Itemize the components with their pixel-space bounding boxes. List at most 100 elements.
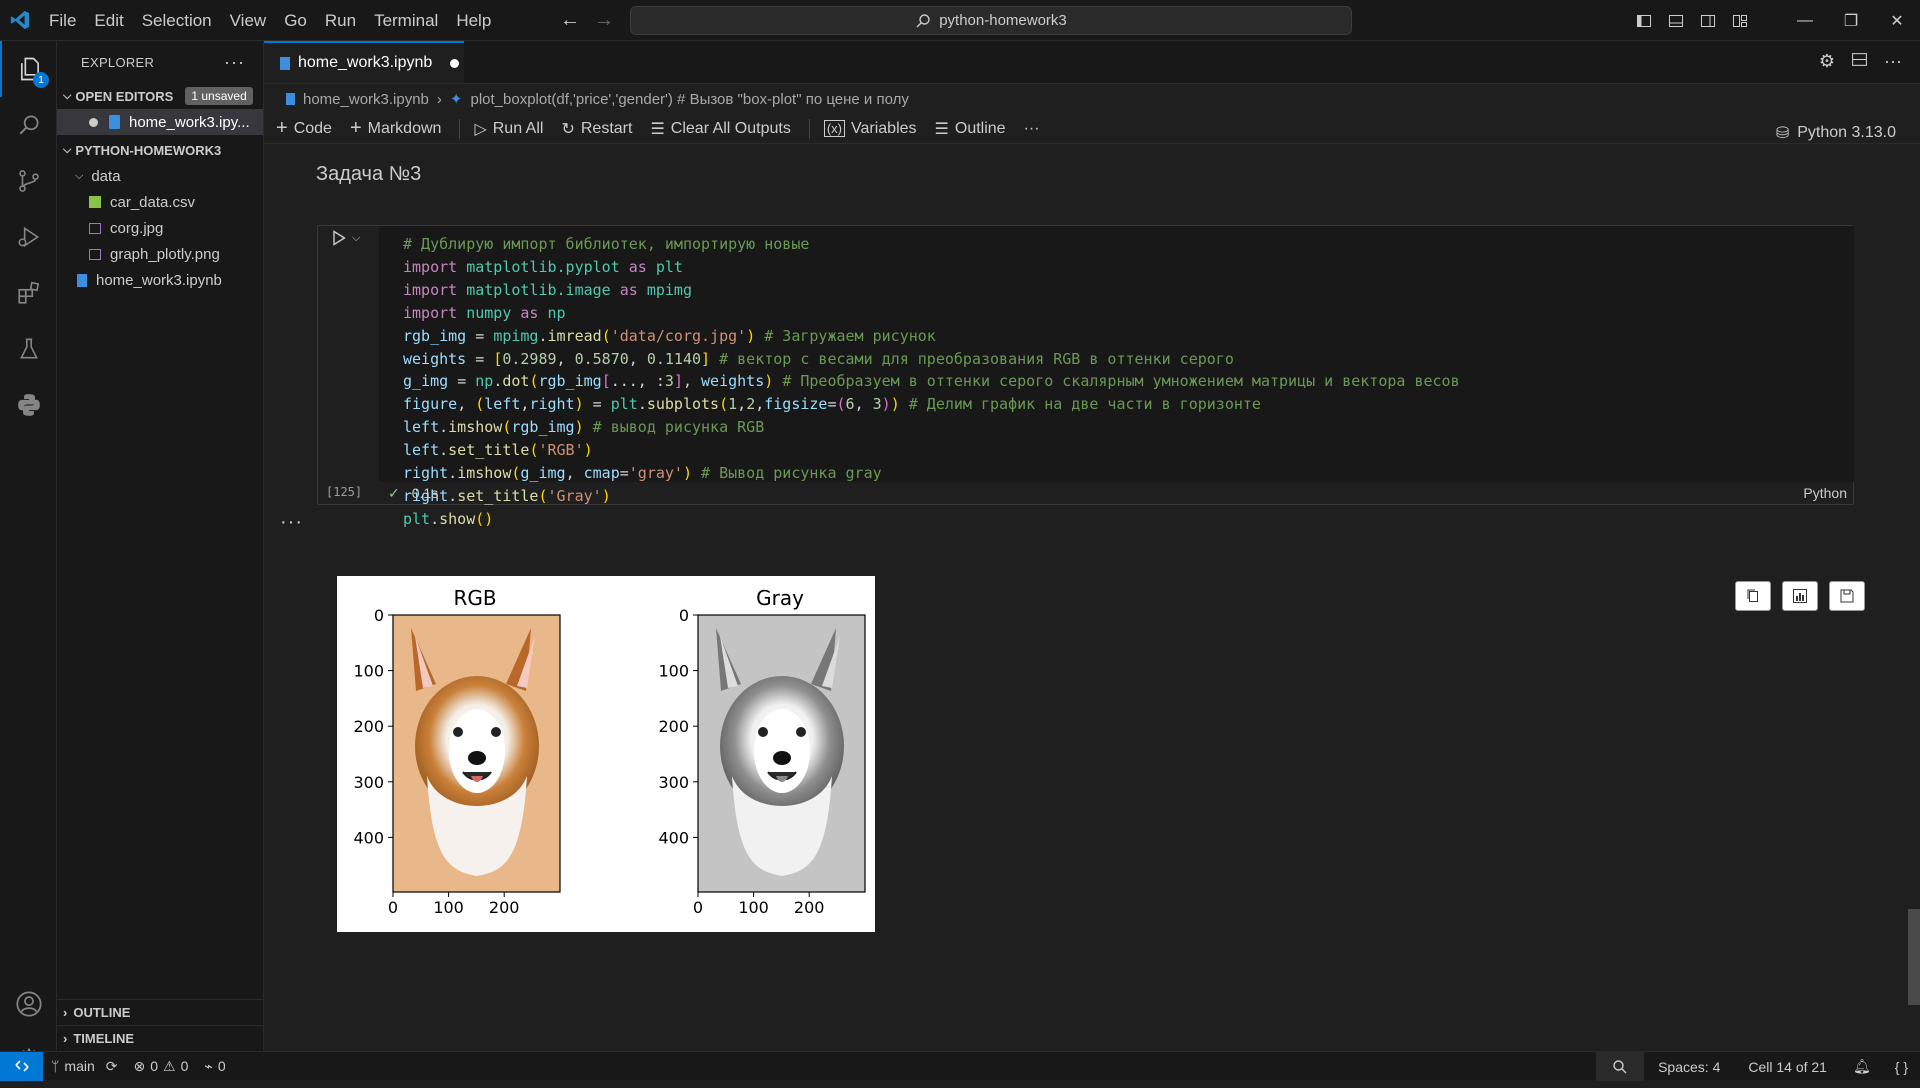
copy-output-button[interactable]: [1735, 581, 1771, 611]
source-control-icon[interactable]: [0, 153, 57, 209]
output-more-button[interactable]: ···: [280, 511, 303, 534]
chevron-down-icon[interactable]: ⌵: [352, 232, 360, 245]
status-bar: ᛘ main ⟳ ⊗ 0 ⚠ 0 ⌁ 0 Spaces: 4 Cell 14 o…: [0, 1051, 1920, 1081]
explorer-icon[interactable]: 1: [0, 41, 57, 97]
toolbar-divider: [808, 118, 810, 139]
menu-terminal[interactable]: Terminal: [365, 0, 447, 41]
restore-window-icon[interactable]: ❐: [1828, 0, 1874, 41]
menu-selection[interactable]: Selection: [133, 0, 221, 41]
accounts-icon[interactable]: [0, 976, 57, 1032]
menu-go[interactable]: Go: [275, 0, 316, 41]
zoom-indicator[interactable]: [1596, 1052, 1645, 1081]
code-editor[interactable]: # Дублирую импорт библиотек, импортирую …: [379, 226, 1854, 528]
explorer-title: EXPLORER: [81, 54, 155, 70]
customize-layout-icon[interactable]: [1724, 13, 1756, 29]
back-arrow-icon[interactable]: ←: [560, 9, 580, 32]
variables-button[interactable]: (x) Variables: [823, 120, 917, 138]
breadcrumb-file[interactable]: home_work3.ipynb: [303, 91, 429, 108]
cell-language[interactable]: Python: [1803, 485, 1847, 501]
problems-indicator[interactable]: ⊗ 0 ⚠ 0: [126, 1058, 197, 1075]
tree-file-corg[interactable]: corg.jpg: [57, 215, 263, 241]
toolbar-more-button[interactable]: ···: [1024, 120, 1040, 138]
outline-section[interactable]: › OUTLINE: [57, 999, 263, 1025]
search-icon[interactable]: [0, 97, 57, 153]
open-editors-header[interactable]: ⌵ OPEN EDITORS 1 unsaved: [57, 83, 263, 109]
tree-file-graph-plotly[interactable]: graph_plotly.png: [57, 241, 263, 267]
save-output-button[interactable]: [1829, 581, 1865, 611]
notifications-bell-icon[interactable]: 🔔︎: [1841, 1058, 1883, 1075]
cell-indicator[interactable]: Cell 14 of 21: [1734, 1059, 1841, 1075]
forward-arrow-icon[interactable]: →: [594, 9, 614, 32]
tree-folder-data[interactable]: ⌵ data: [57, 163, 263, 189]
sync-icon[interactable]: ⟳: [106, 1058, 118, 1075]
explorer-sidebar: EXPLORER ··· ⌵ OPEN EDITORS 1 unsaved ho…: [57, 41, 264, 1051]
nav-arrows: ← →: [560, 0, 614, 41]
code-cell[interactable]: ⌵ # Дублирую импорт библиотек, импортиру…: [317, 225, 1854, 528]
breadcrumb: home_work3.ipynb › ✦ plot_boxplot(df,'pr…: [264, 84, 1920, 114]
restart-button[interactable]: ↻ Restart: [561, 119, 632, 139]
python-icon[interactable]: [0, 377, 57, 433]
unsaved-dot-icon[interactable]: [450, 58, 460, 68]
open-editor-label: home_work3.ipy...: [129, 113, 250, 131]
extensions-icon[interactable]: [0, 265, 57, 321]
menu-help[interactable]: Help: [447, 0, 500, 41]
menu-view[interactable]: View: [221, 0, 276, 41]
output-figure: RGB 0 100 200 300 400 0 100 200 Gray 0 1…: [337, 576, 875, 932]
kernel-label: Python 3.13.0: [1797, 124, 1896, 141]
editor-area: home_work3.ipynb ⚙ ··· home_work3.ipynb …: [264, 41, 1920, 1051]
remote-indicator[interactable]: [0, 1051, 43, 1081]
toggle-secondary-sidebar-icon[interactable]: [1692, 13, 1724, 29]
menu-edit[interactable]: Edit: [85, 0, 132, 41]
command-center-search[interactable]: python-homework3: [630, 6, 1352, 35]
indentation-indicator[interactable]: Spaces: 4: [1644, 1059, 1734, 1075]
run-all-button[interactable]: ▷ Run All: [474, 119, 543, 139]
more-actions-icon[interactable]: ···: [1884, 51, 1902, 73]
gear-icon[interactable]: ⚙: [1819, 51, 1835, 73]
plus-icon: +: [276, 117, 288, 139]
toggle-panel-icon[interactable]: [1660, 13, 1692, 29]
tree-file-car-data[interactable]: car_data.csv: [57, 189, 263, 215]
zoom-icon: [1613, 1059, 1627, 1073]
explorer-more-icon[interactable]: ···: [224, 52, 245, 73]
ports-indicator[interactable]: ⌁ 0: [196, 1058, 233, 1075]
run-debug-icon[interactable]: [0, 209, 57, 265]
run-cell-button[interactable]: ⌵: [332, 230, 360, 246]
notebook-file-icon: [109, 115, 120, 129]
outline-button[interactable]: ☰ Outline: [935, 119, 1006, 139]
kernel-picker[interactable]: ⛁ Python 3.13.0: [1776, 123, 1896, 143]
testing-icon[interactable]: [0, 321, 57, 377]
remote-icon: [14, 1060, 29, 1072]
timeline-label: TIMELINE: [73, 1031, 135, 1046]
minimize-window-icon[interactable]: —: [1782, 0, 1828, 41]
tree-file-notebook[interactable]: home_work3.ipynb: [57, 267, 263, 293]
copy-icon: [1747, 589, 1758, 602]
add-code-button[interactable]: + Code: [276, 117, 332, 140]
clear-outputs-button[interactable]: ☰ Clear All Outputs: [650, 119, 790, 139]
add-markdown-button[interactable]: + Markdown: [350, 117, 442, 140]
left-y-tick-label: 300: [353, 773, 384, 792]
unsaved-dot-icon[interactable]: [89, 117, 98, 127]
tab-home-work3[interactable]: home_work3.ipynb: [264, 41, 464, 83]
open-editor-item[interactable]: home_work3.ipy...: [57, 109, 263, 135]
toggle-primary-sidebar-icon[interactable]: [1628, 13, 1660, 29]
markdown-heading[interactable]: Задача №3: [316, 163, 421, 186]
timeline-section[interactable]: › TIMELINE: [57, 1025, 263, 1051]
command-center-label: python-homework3: [939, 12, 1067, 29]
split-editor-icon[interactable]: [1851, 51, 1868, 73]
folder-header[interactable]: ⌵ PYTHON-HOMEWORK3: [57, 137, 263, 163]
restart-icon: ↻: [561, 120, 575, 138]
breadcrumb-symbol[interactable]: plot_boxplot(df,'price','gender') # Вызо…: [470, 91, 908, 108]
editor-scrollbar[interactable]: [1908, 909, 1920, 1005]
unsaved-badge: 1 unsaved: [185, 87, 253, 105]
toolbar-divider: [459, 118, 461, 139]
menu-file[interactable]: File: [40, 0, 85, 41]
braces-icon[interactable]: { }: [1883, 1059, 1920, 1075]
open-in-plot-viewer-button[interactable]: [1782, 581, 1818, 611]
warning-count: 0: [180, 1058, 189, 1074]
right-y-tick-label: 200: [658, 717, 689, 736]
plus-icon: +: [349, 117, 362, 139]
menu-run[interactable]: Run: [316, 0, 365, 41]
close-window-icon[interactable]: ✕: [1874, 0, 1920, 41]
error-count: 0: [150, 1058, 159, 1074]
branch-indicator[interactable]: ᛘ main ⟳: [43, 1058, 126, 1075]
